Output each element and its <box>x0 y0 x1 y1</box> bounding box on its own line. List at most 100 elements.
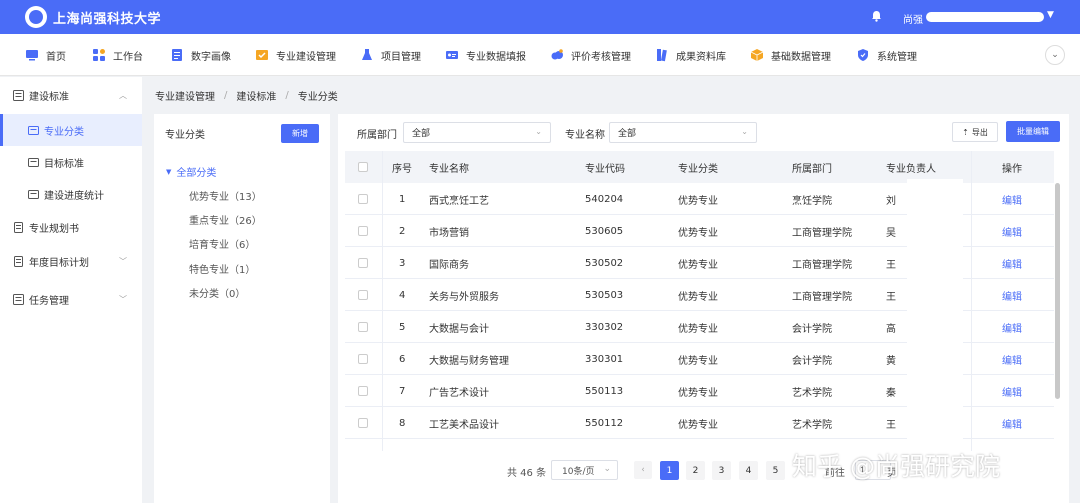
nav-item-label: 评价考核管理 <box>571 51 631 63</box>
tree-node-category[interactable]: 特色专业（1） <box>189 261 255 276</box>
sidebar-item-label: 目标标准 <box>44 158 84 170</box>
row-checkbox[interactable] <box>358 247 368 279</box>
user-menu-caret-icon[interactable]: ▼ <box>1047 10 1054 20</box>
row-checkbox[interactable] <box>358 183 368 215</box>
row-checkbox[interactable] <box>358 343 368 375</box>
chevron-up-icon: ︿ <box>119 91 127 100</box>
cell-dept: 工商管理学院 <box>792 227 852 239</box>
cell-code: 330302 <box>585 321 624 333</box>
cell-name: 国际商务 <box>429 259 469 271</box>
cell-name: 工艺美术品设计 <box>429 419 499 431</box>
nav-item-digital-portrait[interactable]: 数字画像 <box>170 34 231 76</box>
page-button[interactable]: 2 <box>686 461 705 480</box>
doc-icon <box>170 48 184 62</box>
edit-link[interactable]: 编辑 <box>1002 215 1022 247</box>
tree-node-category[interactable]: 优势专业（13） <box>189 188 262 203</box>
select-all-checkbox[interactable] <box>358 151 368 183</box>
edit-link[interactable]: 编辑 <box>1002 407 1022 439</box>
sidebar-item-annual-plan[interactable]: 年度目标计划 ﹀ <box>0 245 142 277</box>
flask-icon <box>360 48 374 62</box>
nav-item-major-construction[interactable]: 专业建设管理 <box>255 34 336 76</box>
planning-doc-icon <box>13 221 24 233</box>
nav-expand-chevron-icon[interactable]: ⌄ <box>1045 45 1065 65</box>
edit-link[interactable]: 编辑 <box>1002 375 1022 407</box>
tree-node-all[interactable]: ▼ 全部分类 <box>166 164 216 180</box>
major-select[interactable]: 全部 ⌄ <box>609 122 757 143</box>
cell-dept: 艺术学院 <box>792 387 832 399</box>
add-category-button[interactable]: 新增 <box>281 124 319 143</box>
book-icon <box>655 48 669 62</box>
sidebar-item-progress-stats[interactable]: 建设进度统计 <box>0 178 142 210</box>
nav-item-label: 系统管理 <box>877 51 917 63</box>
nav-item-project[interactable]: 项目管理 <box>360 34 421 76</box>
user-name[interactable]: 尚强 <box>903 11 923 26</box>
cell-code: 530605 <box>585 225 624 237</box>
sidebar-item-major-category[interactable]: 专业分类 <box>0 114 142 146</box>
page-size-select[interactable]: 10条/页 ⌄ <box>551 460 618 480</box>
category-icon <box>28 125 39 136</box>
prev-page-button[interactable]: ‹ <box>634 461 652 479</box>
cell-category: 优势专业 <box>678 291 718 303</box>
cell-name: 大数据与会计 <box>429 323 489 335</box>
batch-edit-button[interactable]: 批量编辑 <box>1006 121 1060 142</box>
row-checkbox[interactable] <box>358 215 368 247</box>
page-button[interactable]: 3 <box>712 461 731 480</box>
nav-item-evaluation[interactable]: 评价考核管理 <box>550 34 631 76</box>
nav-item-home[interactable]: 首页 <box>25 34 66 76</box>
chevron-down-icon: ⌄ <box>603 464 611 474</box>
chevron-down-icon: ⌄ <box>741 127 748 136</box>
cell-no: 6 <box>399 353 406 365</box>
dept-select[interactable]: 全部 ⌄ <box>403 122 551 143</box>
shield-icon <box>856 48 870 62</box>
main-panel: 所属部门 全部 ⌄ 专业名称 全部 ⌄ ⇡ 导出 批量编辑 序号 专业名称 专业… <box>338 114 1069 503</box>
main-nav: 首页 工作台 数字画像 专业建设管理 项目管理 专业数据填报 评价考核管理 成果… <box>0 34 1080 76</box>
table-scrollbar[interactable] <box>1055 183 1060 399</box>
tree-node-category[interactable]: 重点专业（26） <box>189 212 262 227</box>
breadcrumb-item[interactable]: 专业建设管理 <box>155 88 215 103</box>
breadcrumb-item[interactable]: 建设标准 <box>236 88 276 103</box>
edit-link[interactable]: 编辑 <box>1002 247 1022 279</box>
edit-link[interactable]: 编辑 <box>1002 343 1022 375</box>
cell-lead: 王 <box>886 291 896 303</box>
cube-icon <box>750 48 764 62</box>
edit-link[interactable]: 编辑 <box>1002 311 1022 343</box>
sidebar-item-target-standard[interactable]: 目标标准 <box>0 146 142 178</box>
page-button-active[interactable]: 1 <box>660 461 679 480</box>
export-button[interactable]: ⇡ 导出 <box>952 122 998 142</box>
cell-code: 530502 <box>585 257 624 269</box>
row-checkbox[interactable] <box>358 311 368 343</box>
tree-node-category[interactable]: 未分类（0） <box>189 285 245 300</box>
sidebar: 建设标准 ︿ 专业分类 目标标准 建设进度统计 专业规划书 年度目标计划 ﹀ 任… <box>0 77 142 503</box>
cell-dept: 工商管理学院 <box>792 291 852 303</box>
nav-item-workbench[interactable]: 工作台 <box>92 34 143 76</box>
nav-item-data-entry[interactable]: 专业数据填报 <box>445 34 526 76</box>
sidebar-item-label: 建设标准 <box>29 91 69 103</box>
page-button[interactable]: 5 <box>766 461 785 480</box>
cell-name: 市场营销 <box>429 227 469 239</box>
page-size-value: 10条/页 <box>562 466 595 477</box>
sidebar-item-task[interactable]: 任务管理 ﹀ <box>0 283 142 315</box>
column-divider <box>971 151 972 451</box>
bell-icon[interactable] <box>869 9 883 23</box>
lead-names-redacted <box>907 179 963 459</box>
row-checkbox[interactable] <box>358 407 368 439</box>
nav-item-system[interactable]: 系统管理 <box>856 34 917 76</box>
breadcrumb: 专业建设管理 / 建设标准 / 专业分类 <box>155 88 338 103</box>
page-button[interactable]: 4 <box>739 461 758 480</box>
grid-icon <box>92 48 106 62</box>
cell-no: 5 <box>399 321 406 333</box>
breadcrumb-separator: / <box>285 89 289 101</box>
tree-node-category[interactable]: 培育专业（6） <box>189 236 255 251</box>
edit-link[interactable]: 编辑 <box>1002 183 1022 215</box>
sidebar-item-label: 任务管理 <box>29 295 69 307</box>
nav-item-results-library[interactable]: 成果资料库 <box>655 34 726 76</box>
edit-link[interactable]: 编辑 <box>1002 279 1022 311</box>
row-checkbox[interactable] <box>358 279 368 311</box>
nav-item-basic-data[interactable]: 基础数据管理 <box>750 34 831 76</box>
row-checkbox[interactable] <box>358 375 368 407</box>
chevron-down-icon: ⌄ <box>535 127 542 136</box>
cell-category: 优势专业 <box>678 227 718 239</box>
monitor-icon <box>25 48 39 62</box>
sidebar-item-standards[interactable]: 建设标准 ︿ <box>0 79 142 111</box>
sidebar-item-planning-doc[interactable]: 专业规划书 <box>0 211 142 243</box>
